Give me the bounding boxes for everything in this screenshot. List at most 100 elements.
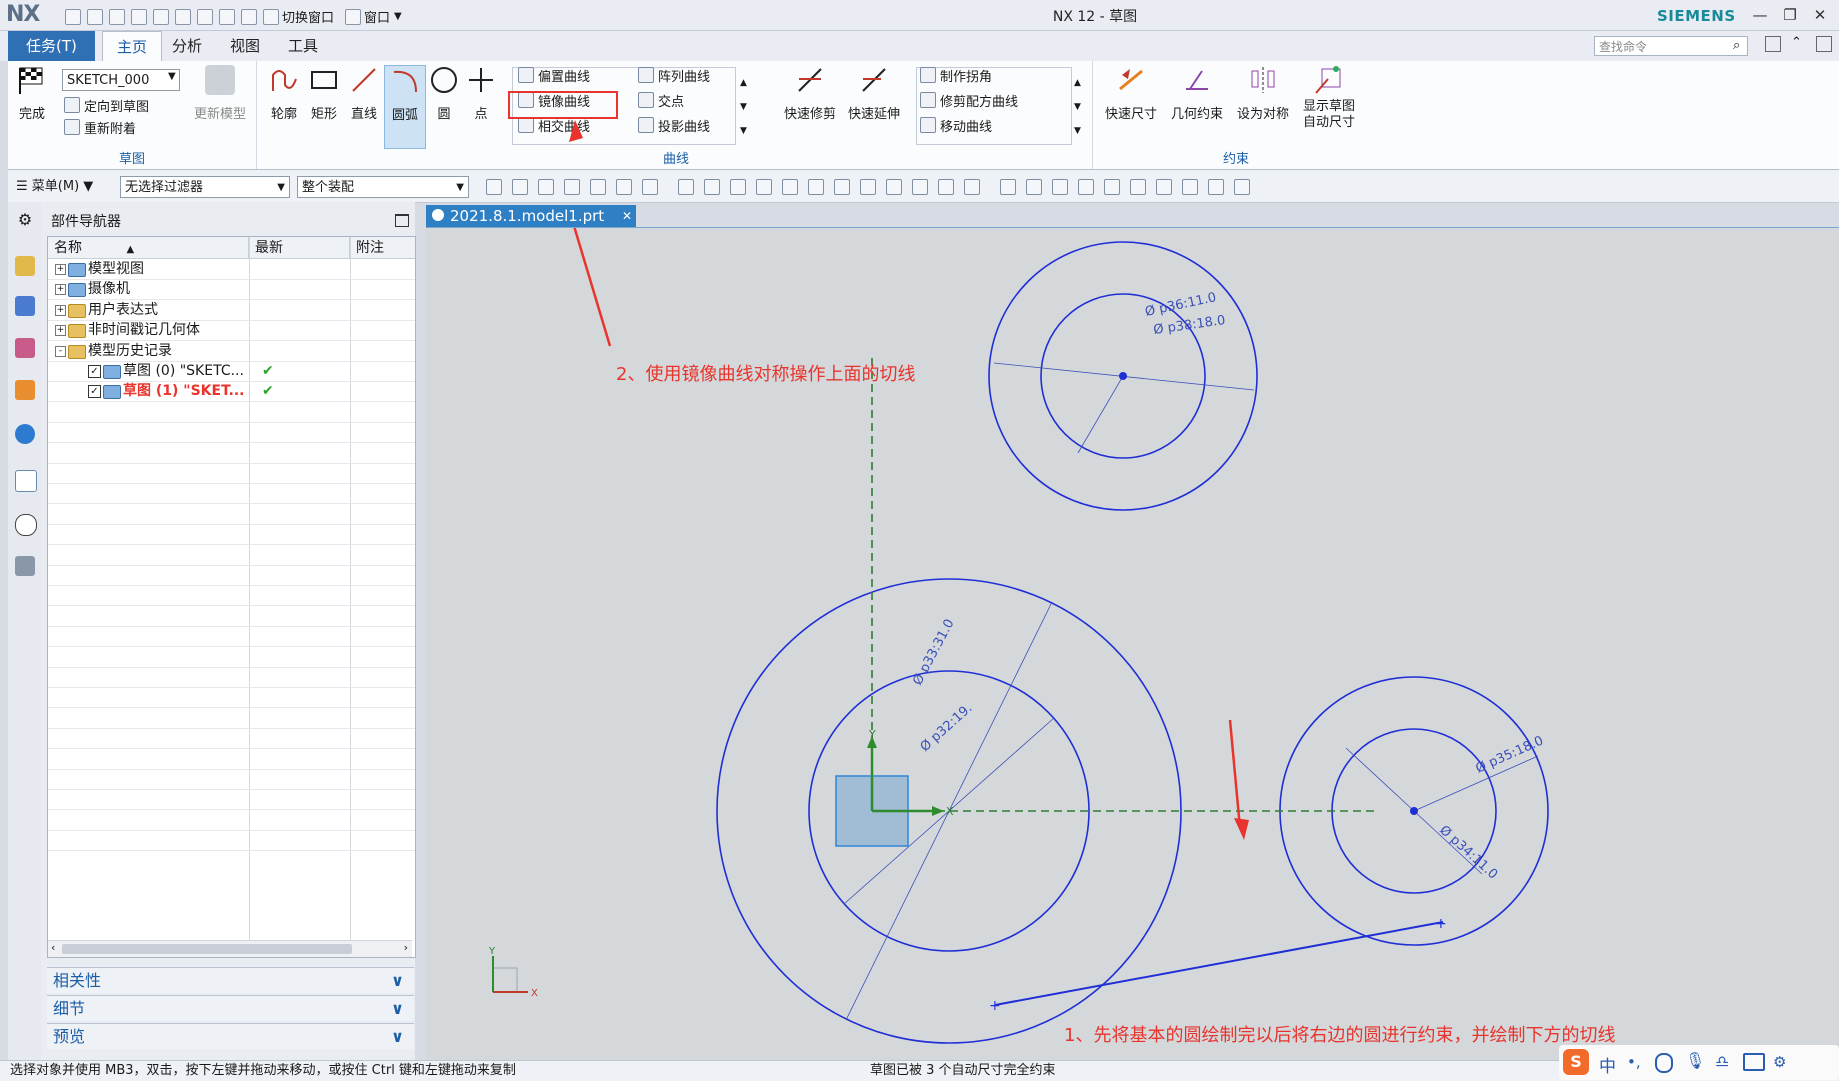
tangent-line[interactable]: [994, 921, 1444, 1006]
tangent-point-marker[interactable]: +: [1435, 916, 1447, 932]
dimension-text[interactable]: Ø p38:18.0: [1152, 313, 1226, 338]
zoom-view-icon[interactable]: [1026, 179, 1042, 195]
update-model-button[interactable]: 更新模型: [190, 65, 250, 122]
scroll-thumb[interactable]: [62, 944, 352, 954]
sketch-drawing[interactable]: + + X Y Ø p36:11.0 Ø p38:18.0 Ø p33:31.0…: [426, 228, 1839, 1061]
collapse-ribbon-icon[interactable]: ⌃: [1791, 35, 1802, 50]
tree-row[interactable]: ✓ 草图 (0) "SKETC... ✔: [48, 361, 415, 382]
snap-quadrant-icon[interactable]: [808, 179, 824, 195]
fit-view-icon[interactable]: [1000, 179, 1016, 195]
tree-row[interactable]: + 模型视图: [48, 259, 415, 280]
reattach-button[interactable]: 重新附着: [64, 119, 136, 141]
select-all-icon[interactable]: [642, 179, 658, 195]
show-hide-icon[interactable]: [1182, 179, 1198, 195]
keyboard-icon[interactable]: [1743, 1053, 1765, 1071]
finish-sketch-button[interactable]: 完成: [12, 65, 52, 122]
intersection-point-button[interactable]: 交点: [638, 92, 684, 114]
snap-intersection-icon[interactable]: [756, 179, 772, 195]
pattern-curve-button[interactable]: 阵列曲线: [638, 67, 710, 89]
expand-toggle-icon[interactable]: +: [55, 264, 66, 275]
expand-toggle-icon[interactable]: +: [55, 304, 66, 316]
selection-filter-select[interactable]: 无选择过滤器 ▼: [120, 176, 290, 198]
expand-toggle-icon[interactable]: -: [55, 345, 66, 357]
sogou-logo-icon[interactable]: S: [1563, 1049, 1589, 1075]
line-button[interactable]: 直线: [346, 65, 382, 122]
emoji-icon[interactable]: [1655, 1053, 1673, 1073]
save-icon[interactable]: [65, 8, 81, 25]
selection-mode-icon[interactable]: [590, 179, 606, 195]
command-search-input[interactable]: 查找命令: [1594, 36, 1748, 56]
expand-toggle-icon[interactable]: +: [55, 325, 66, 337]
column-header-notes[interactable]: 附注: [350, 237, 415, 259]
column-header-name[interactable]: 名称 ▲: [48, 237, 249, 259]
sketch-name-select[interactable]: SKETCH_000: [62, 69, 180, 91]
center-point[interactable]: [1410, 807, 1418, 815]
tab-task[interactable]: 任务(T): [8, 31, 95, 61]
geometric-constraint-button[interactable]: 几何约束: [1166, 65, 1228, 122]
gear-icon[interactable]: ⚙: [15, 210, 35, 230]
panel-dependencies[interactable]: 相关性 ∨: [47, 967, 414, 993]
microphone-icon[interactable]: 🎙: [1685, 1051, 1705, 1070]
select-region-icon[interactable]: [616, 179, 632, 195]
touch-mode-icon[interactable]: [241, 8, 257, 25]
gallery-scroll-icon[interactable]: ▲ ▼ ▼: [1074, 71, 1081, 143]
column-header-latest[interactable]: 最新: [249, 237, 350, 259]
tree-row[interactable]: ✓ 草图 (1) "SKET... ✔: [48, 381, 415, 403]
tangent-point-marker[interactable]: +: [989, 998, 1001, 1014]
pan-view-icon[interactable]: [1078, 179, 1094, 195]
render-style-icon[interactable]: [1130, 179, 1146, 195]
tab-analysis[interactable]: 分析: [158, 31, 216, 61]
select-body-icon[interactable]: [512, 179, 528, 195]
repeat-command-icon[interactable]: [219, 8, 235, 25]
assembly-scope-select[interactable]: 整个装配 ▼: [297, 176, 469, 198]
panel-preview[interactable]: 预览 ∨: [47, 1023, 414, 1049]
snap-existing-point-icon[interactable]: [834, 179, 850, 195]
help-icon[interactable]: [1816, 36, 1832, 52]
ribbon-options-icon[interactable]: [1765, 36, 1781, 52]
graphics-window-tab[interactable]: 2021.8.1.model1.prt ✕: [426, 205, 636, 227]
snap-point-on-curve-icon[interactable]: [860, 179, 876, 195]
constraint-navigator-icon[interactable]: [15, 296, 35, 316]
tree-row[interactable]: + 摄像机: [48, 279, 415, 301]
make-symmetric-button[interactable]: 设为对称: [1232, 65, 1294, 122]
window-icon[interactable]: [345, 8, 362, 25]
view-orient-icon[interactable]: [1234, 179, 1250, 195]
switch-window-button[interactable]: 切换窗口: [282, 7, 334, 26]
part-navigator-icon[interactable]: [15, 338, 35, 358]
menu-button[interactable]: ☰ 菜单(M) ▼: [16, 176, 93, 198]
modify-fillet-button[interactable]: 修剪配方曲线: [920, 92, 1018, 114]
point-button[interactable]: 点: [466, 65, 496, 122]
visibility-checkbox[interactable]: ✓: [88, 385, 101, 399]
close-icon[interactable]: ✕: [622, 205, 632, 227]
restore-button[interactable]: ❐: [1776, 4, 1804, 26]
undo-icon[interactable]: [109, 8, 125, 25]
rapid-dimension-button[interactable]: 快速尺寸: [1100, 65, 1162, 122]
snap-endpoint-icon[interactable]: [678, 179, 694, 195]
circle-button[interactable]: 圆: [426, 65, 462, 122]
web-browser-icon[interactable]: [15, 470, 37, 492]
move-curve-button[interactable]: 移动曲线: [920, 117, 992, 139]
ime-language-toggle[interactable]: 中: [1599, 1052, 1616, 1077]
tab-home[interactable]: 主页: [102, 31, 163, 62]
edit-section-icon[interactable]: [1156, 179, 1172, 195]
tree-row[interactable]: + 非时间戳记几何体: [48, 320, 415, 342]
horizontal-scrollbar[interactable]: ‹ ›: [48, 940, 412, 957]
visibility-checkbox[interactable]: ✓: [88, 365, 101, 378]
scroll-left-icon[interactable]: ‹: [51, 941, 55, 954]
tab-tools[interactable]: 工具: [274, 31, 332, 61]
perspective-icon[interactable]: [1104, 179, 1120, 195]
chevron-down-icon[interactable]: ▼: [394, 11, 402, 22]
shade-mode-icon[interactable]: [1208, 179, 1224, 195]
arc-button[interactable]: 圆弧: [384, 65, 426, 149]
redo-icon[interactable]: [131, 8, 147, 25]
assembly-navigator-icon[interactable]: [15, 256, 35, 276]
select-feature-icon[interactable]: [486, 179, 502, 195]
switch-window-icon[interactable]: [263, 8, 279, 25]
copy-icon[interactable]: [175, 8, 191, 25]
quick-extend-button[interactable]: 快速延伸: [844, 65, 904, 122]
skin-icon[interactable]: ♎: [1715, 1052, 1729, 1071]
rectangle-button[interactable]: 矩形: [306, 65, 342, 122]
punctuation-icon[interactable]: •,: [1627, 1053, 1641, 1071]
panel-details[interactable]: 细节 ∨: [47, 995, 414, 1021]
snap-pole-icon[interactable]: [938, 179, 954, 195]
